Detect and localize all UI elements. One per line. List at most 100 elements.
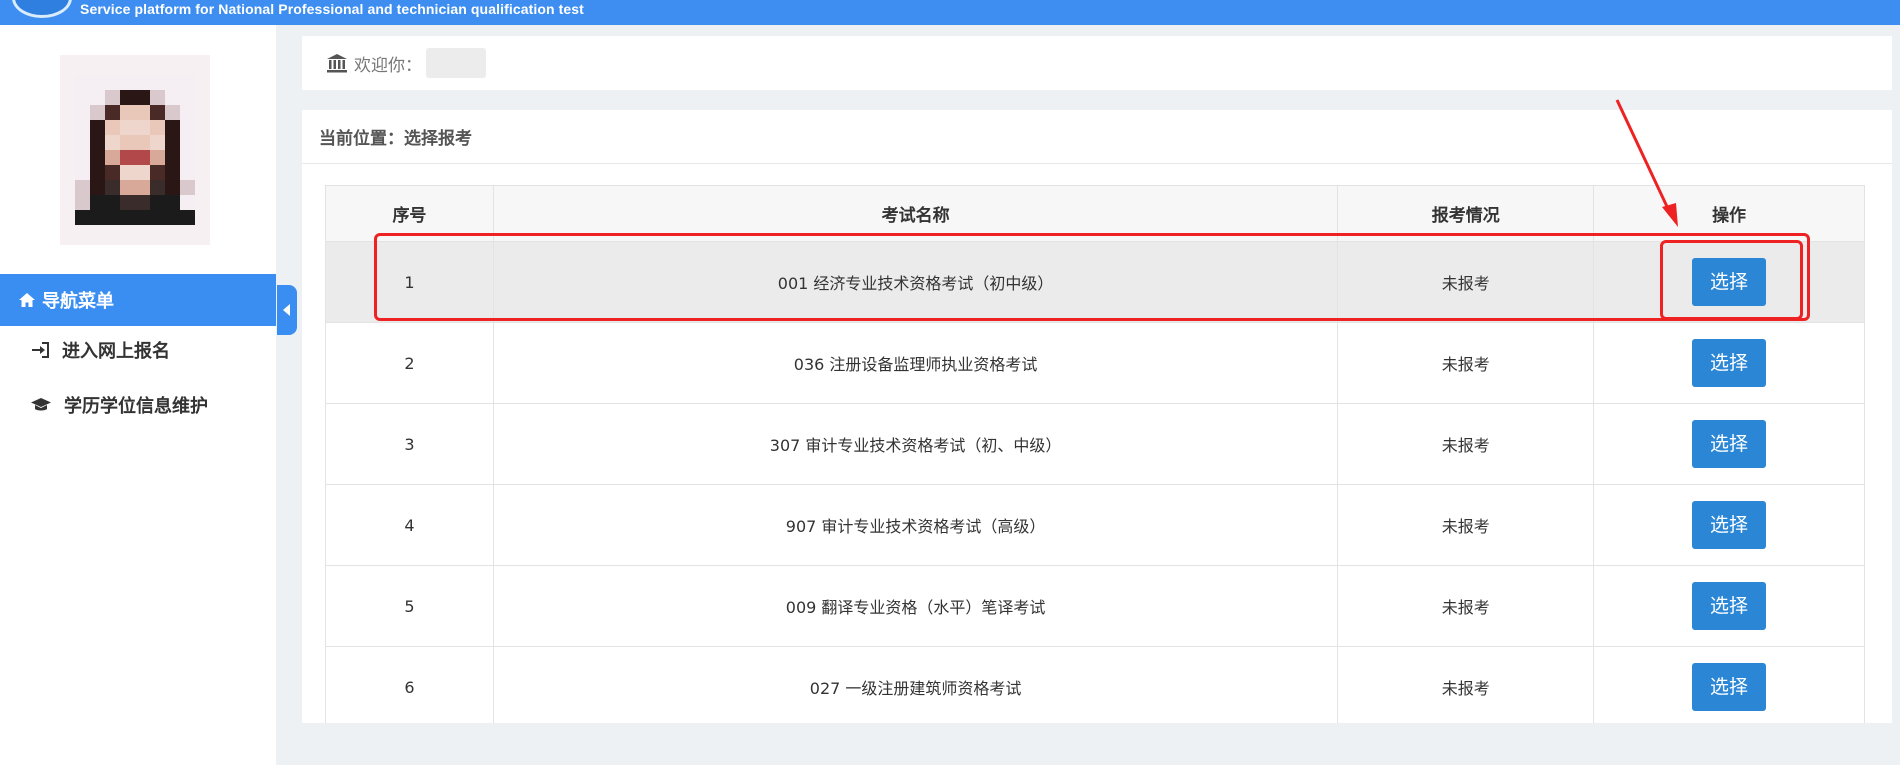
row-status: 未报考	[1337, 565, 1595, 647]
column-header-index: 序号	[325, 185, 494, 242]
avatar-pixel	[120, 210, 135, 225]
nav-menu-title: 导航菜单	[42, 291, 114, 312]
avatar-pixel	[135, 180, 150, 195]
table-row: 1 001 经济专业技术资格考试（初中级） 未报考 选择	[325, 241, 1865, 323]
select-button[interactable]: 选择	[1692, 339, 1767, 387]
table-row: 5 009 翻译专业资格（水平）笔译考试 未报考 选择	[325, 565, 1865, 647]
avatar-pixel	[90, 105, 105, 120]
avatar-pixel	[90, 195, 105, 210]
avatar-pixel	[135, 120, 150, 135]
select-button[interactable]: 选择	[1692, 258, 1767, 306]
avatar-pixel	[105, 210, 120, 225]
table-row: 4 907 审计专业技术资格考试（高级） 未报考 选择	[325, 484, 1865, 566]
avatar-pixel	[105, 195, 120, 210]
avatar-pixel	[180, 180, 195, 195]
avatar-pixel	[165, 90, 180, 105]
avatar-pixel	[120, 150, 135, 165]
avatar-pixel	[150, 135, 165, 150]
bank-icon	[327, 54, 347, 73]
sidebar-item-label: 学历学位信息维护	[64, 396, 208, 417]
avatar-pixel	[135, 210, 150, 225]
sidebar-item-education-info[interactable]: 学历学位信息维护	[0, 380, 276, 430]
avatar-pixel	[150, 105, 165, 120]
exam-table: 序号 考试名称 报考情况 操作 1 001 经济专业技术资格考试（初中级） 未报…	[325, 185, 1865, 728]
avatar-pixel	[135, 90, 150, 105]
avatar-pixel	[105, 105, 120, 120]
avatar-pixel	[75, 165, 90, 180]
column-header-action: 操作	[1593, 185, 1865, 242]
avatar-pixel	[120, 90, 135, 105]
avatar-pixel	[180, 150, 195, 165]
row-index: 1	[325, 241, 494, 323]
avatar-pixel	[165, 210, 180, 225]
avatar-pixel	[90, 135, 105, 150]
avatar-pixel	[135, 165, 150, 180]
avatar-pixel	[120, 75, 135, 90]
avatar-pixel	[90, 120, 105, 135]
avatar-pixel	[135, 195, 150, 210]
avatar-pixel	[135, 75, 150, 90]
avatar-pixel	[120, 195, 135, 210]
avatar-pixel	[75, 120, 90, 135]
avatar-pixel	[150, 120, 165, 135]
avatar-pixel	[90, 90, 105, 105]
avatar-pixel	[165, 165, 180, 180]
avatar-pixel	[150, 210, 165, 225]
chevron-left-icon	[283, 304, 290, 316]
bottom-background	[276, 723, 1900, 765]
avatar-pixel	[90, 210, 105, 225]
sidebar-item-online-registration[interactable]: 进入网上报名	[0, 325, 276, 375]
table-row: 2 036 注册设备监理师执业资格考试 未报考 选择	[325, 322, 1865, 404]
avatar-pixel	[105, 165, 120, 180]
table-row: 6 027 一级注册建筑师资格考试 未报考 选择	[325, 646, 1865, 728]
welcome-label: 欢迎你：	[354, 55, 422, 76]
avatar-pixel	[105, 180, 120, 195]
avatar-pixel	[120, 135, 135, 150]
row-status: 未报考	[1337, 322, 1595, 404]
row-status: 未报考	[1337, 403, 1595, 485]
avatar-pixel	[75, 105, 90, 120]
avatar-pixel	[165, 120, 180, 135]
sidebar-collapse-toggle[interactable]	[277, 285, 297, 335]
avatar-pixel	[75, 210, 90, 225]
site-logo	[12, 0, 72, 18]
avatar-pixel	[165, 180, 180, 195]
avatar-pixel	[90, 75, 105, 90]
avatar-pixel	[180, 105, 195, 120]
avatar-pixel	[105, 90, 120, 105]
row-exam-name: 027 一级注册建筑师资格考试	[492, 646, 1339, 728]
avatar	[60, 55, 210, 245]
select-button[interactable]: 选择	[1692, 501, 1767, 549]
row-exam-name: 001 经济专业技术资格考试（初中级）	[492, 241, 1339, 323]
row-exam-name: 009 翻译专业资格（水平）笔译考试	[492, 565, 1339, 647]
row-action-cell: 选择	[1593, 322, 1865, 404]
avatar-pixel	[135, 135, 150, 150]
row-index: 3	[325, 403, 494, 485]
breadcrumb: 当前位置：选择报考	[302, 110, 1892, 164]
avatar-pixel	[150, 75, 165, 90]
avatar-pixel	[180, 120, 195, 135]
select-button[interactable]: 选择	[1692, 582, 1767, 630]
avatar-pixel	[75, 75, 90, 90]
avatar-pixel	[105, 135, 120, 150]
avatar-pixel	[180, 210, 195, 225]
row-status: 未报考	[1337, 484, 1595, 566]
avatar-pixel	[165, 150, 180, 165]
sign-in-icon	[32, 342, 49, 358]
avatar-pixel	[180, 75, 195, 90]
avatar-pixel	[165, 105, 180, 120]
column-header-exam-name: 考试名称	[492, 185, 1339, 242]
row-index: 4	[325, 484, 494, 566]
row-status: 未报考	[1337, 241, 1595, 323]
top-banner: Service platform for National Profession…	[0, 0, 1900, 25]
avatar-pixel	[75, 195, 90, 210]
nav-menu-header[interactable]: 导航菜单	[0, 274, 276, 326]
avatar-pixel	[120, 165, 135, 180]
select-button[interactable]: 选择	[1692, 663, 1767, 711]
row-action-cell: 选择	[1593, 565, 1865, 647]
select-button[interactable]: 选择	[1692, 420, 1767, 468]
row-index: 5	[325, 565, 494, 647]
row-exam-name: 307 审计专业技术资格考试（初、中级）	[492, 403, 1339, 485]
avatar-pixel	[150, 90, 165, 105]
row-action-cell: 选择	[1593, 484, 1865, 566]
